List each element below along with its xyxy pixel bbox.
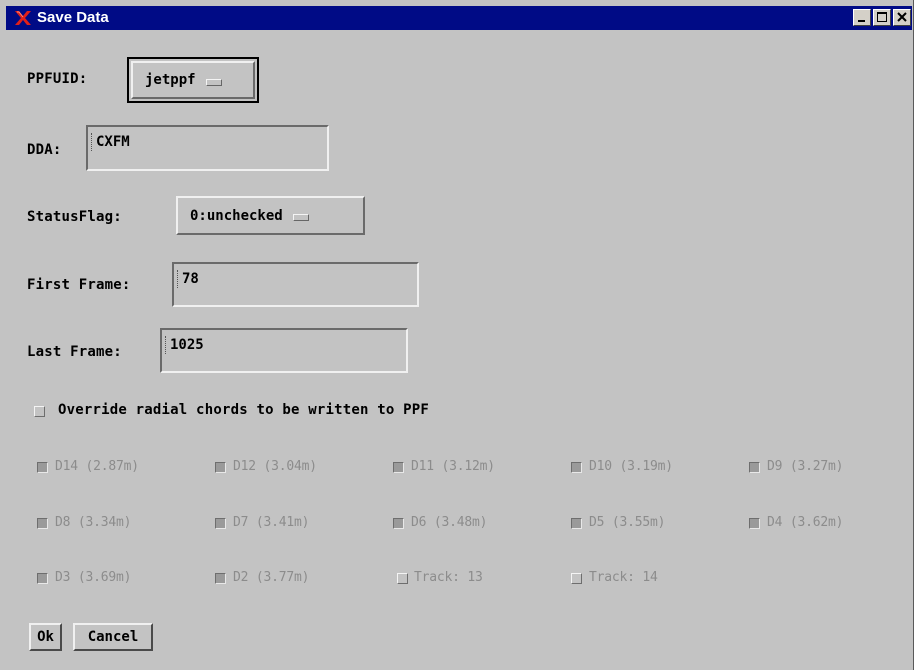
window-title: Save Data	[37, 9, 109, 26]
option-menu-indicator-icon	[205, 78, 222, 86]
chord-label: D2 (3.77m)	[233, 570, 310, 585]
chord-checkbox-d8[interactable]	[37, 518, 48, 529]
text-caret	[177, 270, 180, 288]
chord-label: D3 (3.69m)	[55, 570, 132, 585]
red-x-icon[interactable]	[13, 8, 33, 28]
last-frame-label: Last Frame:	[27, 344, 122, 360]
track-checkbox-14[interactable]	[571, 573, 582, 584]
dda-value: CXFM	[96, 134, 130, 150]
chord-label: D9 (3.27m)	[767, 459, 844, 474]
ppfuid-option-menu[interactable]: jetppf	[131, 61, 255, 99]
option-menu-indicator-icon	[292, 214, 309, 221]
first-frame-value: 78	[182, 271, 199, 287]
ppfuid-value: jetppf	[145, 72, 196, 88]
chord-label: D10 (3.19m)	[589, 459, 673, 474]
chord-checkbox-d4[interactable]	[749, 518, 760, 529]
chord-checkbox-d12[interactable]	[215, 462, 226, 473]
cancel-button[interactable]: Cancel	[73, 623, 153, 651]
ok-button[interactable]: Ok	[29, 623, 62, 651]
text-caret	[165, 336, 168, 354]
chord-checkbox-d2[interactable]	[215, 573, 226, 584]
chord-checkbox-d14[interactable]	[37, 462, 48, 473]
chord-label: D5 (3.55m)	[589, 515, 666, 530]
override-label: Override radial chords to be written to …	[58, 402, 430, 418]
chord-label: D11 (3.12m)	[411, 459, 495, 474]
chord-checkbox-d3[interactable]	[37, 573, 48, 584]
dda-field[interactable]: CXFM	[86, 125, 329, 171]
first-frame-field[interactable]: 78	[172, 262, 419, 307]
chord-checkbox-d9[interactable]	[749, 462, 760, 473]
save-data-dialog: Save Data PPFUID: jetppf DDA: CXFM Statu…	[0, 0, 914, 670]
chord-label: D12 (3.04m)	[233, 459, 317, 474]
status-flag-value: 0:unchecked	[190, 207, 283, 224]
track-checkbox-13[interactable]	[397, 573, 408, 584]
chord-label: D14 (2.87m)	[55, 459, 139, 474]
track-label: Track: 14	[589, 570, 658, 585]
chord-checkbox-d5[interactable]	[571, 518, 582, 529]
chord-checkbox-d7[interactable]	[215, 518, 226, 529]
track-label: Track: 13	[414, 570, 483, 585]
ppfuid-label: PPFUID:	[27, 71, 88, 87]
chord-checkbox-d11[interactable]	[393, 462, 404, 473]
last-frame-value: 1025	[170, 337, 204, 353]
minimize-icon[interactable]	[853, 9, 871, 26]
chord-label: D4 (3.62m)	[767, 515, 844, 530]
first-frame-label: First Frame:	[27, 277, 131, 293]
dda-label: DDA:	[27, 142, 62, 158]
chord-label: D8 (3.34m)	[55, 515, 132, 530]
chord-checkbox-d6[interactable]	[393, 518, 404, 529]
title-bar[interactable]: Save Data	[6, 6, 912, 30]
chord-checkbox-d10[interactable]	[571, 462, 582, 473]
text-caret	[91, 133, 94, 151]
override-checkbox[interactable]	[34, 406, 45, 417]
chord-label: D6 (3.48m)	[411, 515, 488, 530]
maximize-icon[interactable]	[873, 9, 891, 26]
close-icon[interactable]	[893, 9, 911, 26]
status-flag-option-menu[interactable]: 0:unchecked	[176, 196, 365, 235]
status-flag-label: StatusFlag:	[27, 209, 122, 225]
last-frame-field[interactable]: 1025	[160, 328, 408, 373]
chord-label: D7 (3.41m)	[233, 515, 310, 530]
